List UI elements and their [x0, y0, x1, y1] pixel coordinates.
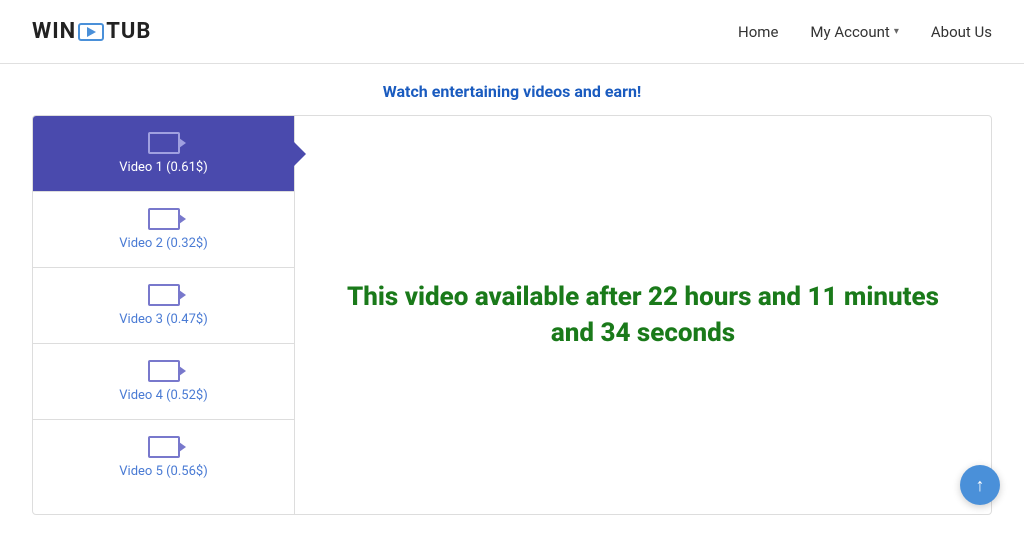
- video-list-item-5[interactable]: Video 5 (0.56$): [33, 420, 294, 495]
- video-label-2: Video 2 (0.32$): [119, 236, 207, 251]
- nav-about-us[interactable]: About Us: [931, 23, 992, 41]
- main-nav: Home My Account ▾ About Us: [738, 23, 992, 41]
- site-header: WIN TUB Home My Account ▾ About Us: [0, 0, 1024, 64]
- logo-play-icon: [78, 23, 104, 41]
- video-icon-2: [148, 208, 180, 230]
- scroll-to-top-button[interactable]: ↑: [960, 465, 1000, 505]
- video-icon-1: [148, 132, 180, 154]
- availability-message: This video available after 22 hours and …: [343, 279, 943, 352]
- video-label-3: Video 3 (0.47$): [119, 312, 207, 327]
- video-label-4: Video 4 (0.52$): [119, 388, 207, 403]
- chevron-down-icon: ▾: [894, 26, 899, 37]
- video-icon-4: [148, 360, 180, 382]
- main-content: Video 1 (0.61$) Video 2 (0.32$) Video 3 (0…: [32, 115, 992, 515]
- logo-win-text: WIN: [32, 19, 76, 44]
- nav-my-account[interactable]: My Account ▾: [810, 23, 898, 41]
- logo-tub-text: TUB: [106, 19, 151, 44]
- video-list-item-2[interactable]: Video 2 (0.32$): [33, 192, 294, 268]
- video-list-item-3[interactable]: Video 3 (0.47$): [33, 268, 294, 344]
- video-list-item-4[interactable]: Video 4 (0.52$): [33, 344, 294, 420]
- page-tagline: Watch entertaining videos and earn!: [0, 64, 1024, 115]
- video-icon-3: [148, 284, 180, 306]
- video-panel: This video available after 22 hours and …: [295, 116, 991, 514]
- video-list-item-1[interactable]: Video 1 (0.61$): [33, 116, 294, 192]
- video-icon-5: [148, 436, 180, 458]
- video-label-1: Video 1 (0.61$): [119, 160, 207, 175]
- nav-home[interactable]: Home: [738, 23, 778, 41]
- video-label-5: Video 5 (0.56$): [119, 464, 207, 479]
- site-logo: WIN TUB: [32, 19, 151, 44]
- video-sidebar: Video 1 (0.61$) Video 2 (0.32$) Video 3 (0…: [33, 116, 295, 514]
